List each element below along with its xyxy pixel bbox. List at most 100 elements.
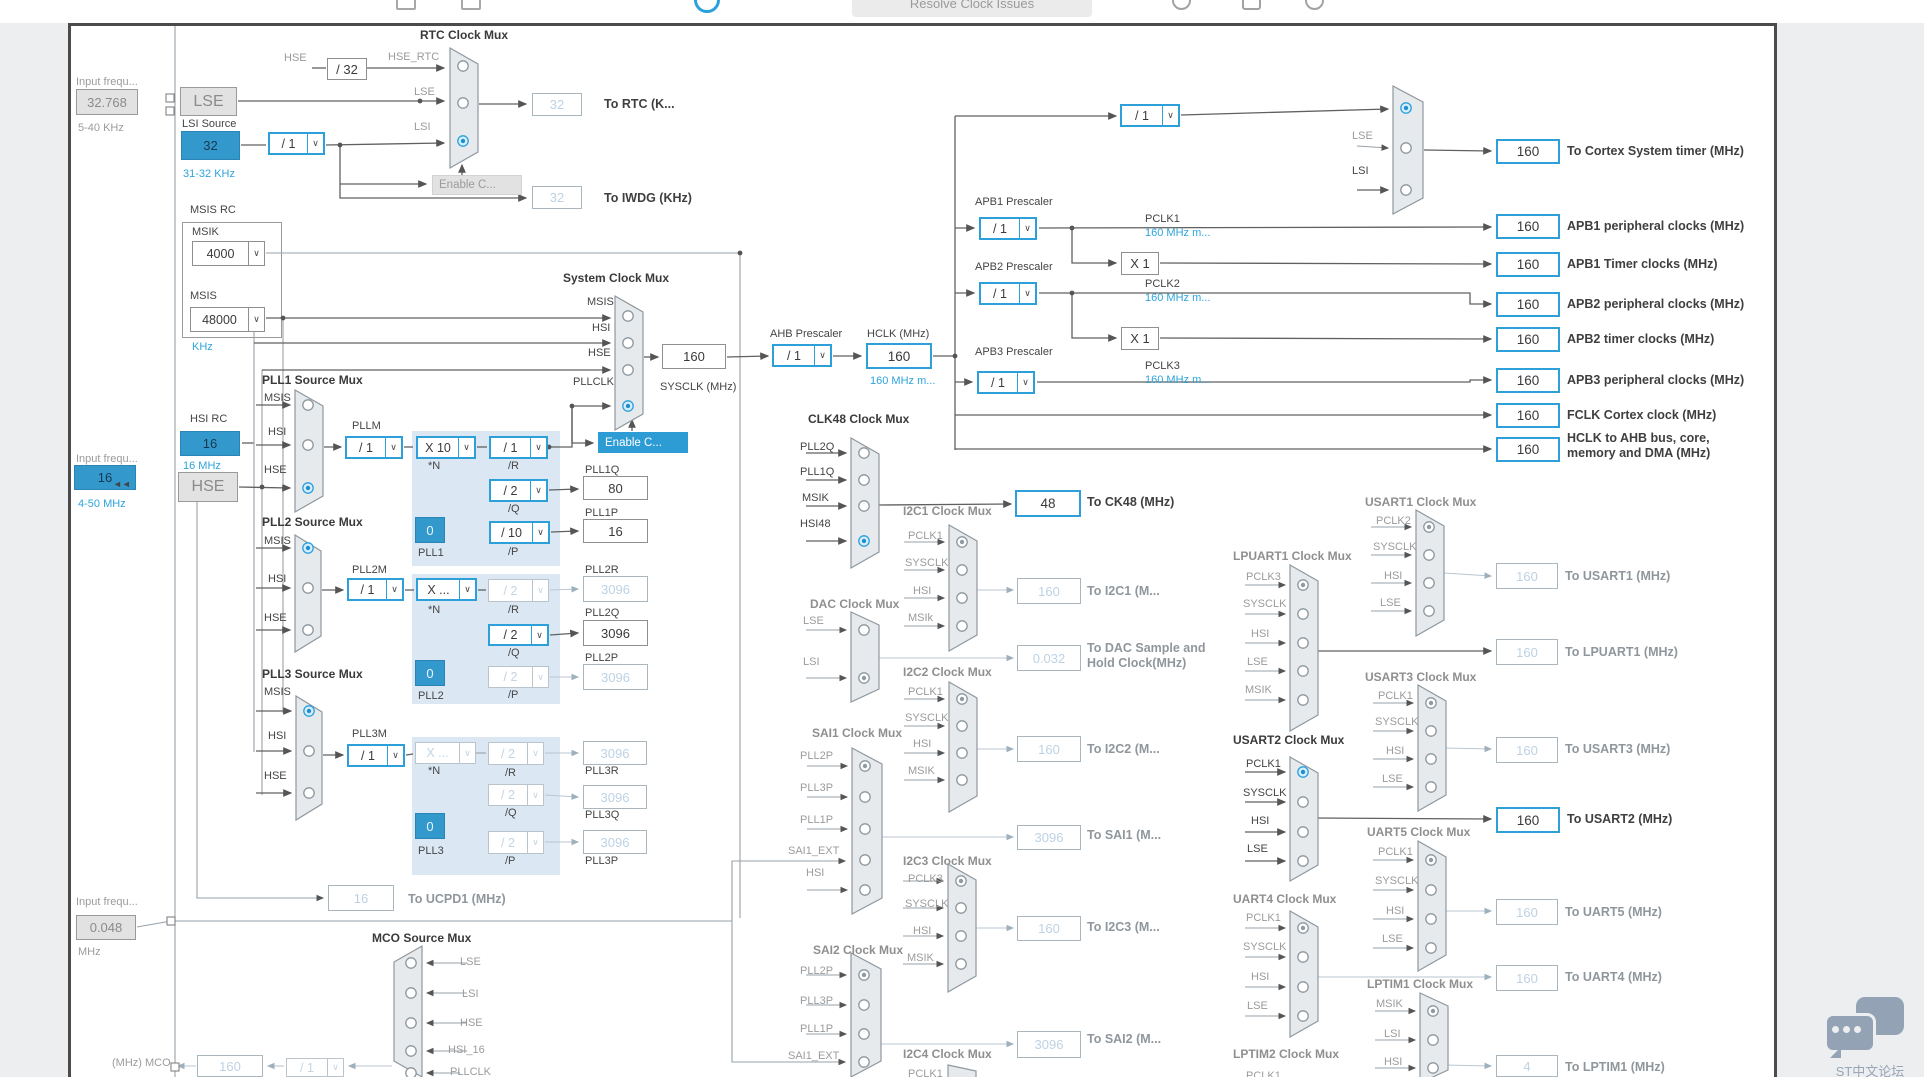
apb2-prescaler[interactable]: / 1∨ (979, 282, 1037, 305)
mux-radio[interactable] (957, 775, 967, 785)
mux-radio[interactable] (1298, 952, 1308, 962)
resolve-clock-issues-button[interactable]: Resolve Clock Issues (852, 0, 1092, 17)
mux-radio[interactable] (1401, 185, 1411, 195)
document-icon[interactable] (396, 0, 416, 10)
zoom-in-icon[interactable] (1305, 0, 1324, 10)
mux-radio[interactable] (406, 1018, 416, 1028)
mux-radio[interactable] (1424, 578, 1434, 588)
mux-radio[interactable] (1426, 782, 1436, 792)
zoom-out-icon[interactable] (1172, 0, 1191, 10)
mux-radio[interactable] (1298, 666, 1308, 676)
mux-radio[interactable] (859, 625, 869, 635)
apb1-prescaler[interactable]: / 1∨ (979, 217, 1037, 240)
mux-radio[interactable] (957, 593, 967, 603)
mux-radio[interactable] (1298, 1011, 1308, 1021)
usart2-clock-mux (1288, 755, 1320, 883)
apb2-timer-value[interactable]: 160 (1496, 327, 1560, 352)
mux-radio[interactable] (1428, 1035, 1438, 1045)
pll3m-divider[interactable]: / 1∨ (347, 744, 405, 767)
fclk-value[interactable]: 160 (1496, 403, 1560, 428)
mux-radio[interactable] (304, 746, 314, 756)
mux-radio[interactable] (957, 621, 967, 631)
zoom-fit-icon[interactable] (1242, 0, 1261, 10)
usart2-value[interactable]: 160 (1496, 807, 1560, 833)
mux-radio[interactable] (1424, 606, 1434, 616)
ck48-value[interactable]: 48 (1015, 490, 1081, 517)
mux-radio[interactable] (623, 338, 633, 348)
mux-radio[interactable] (1298, 638, 1308, 648)
pll2m-divider[interactable]: / 1∨ (347, 578, 404, 601)
mux-radio[interactable] (1426, 754, 1436, 764)
mux-radio[interactable] (406, 988, 416, 998)
pll2-q-divider[interactable]: / 2∨ (488, 624, 549, 646)
mux-radio[interactable] (458, 61, 468, 71)
mux-radio[interactable] (1298, 827, 1308, 837)
pll1-n-multiplier[interactable]: X 10∨ (416, 436, 476, 459)
pll-enable-button[interactable]: Enable C... (598, 432, 688, 453)
mux-radio[interactable] (956, 959, 966, 969)
mux-radio-dot (1301, 926, 1305, 930)
cortex-prescaler[interactable]: / 1∨ (1120, 104, 1180, 127)
mux-radio[interactable] (1298, 695, 1308, 705)
mux-radio[interactable] (1298, 609, 1308, 619)
mux-radio[interactable] (303, 625, 313, 635)
mux-radio[interactable] (860, 792, 870, 802)
mux-radio[interactable] (1426, 726, 1436, 736)
mux-radio[interactable] (957, 748, 967, 758)
mux-radio[interactable] (956, 931, 966, 941)
mux-radio[interactable] (1424, 550, 1434, 560)
mux-radio[interactable] (406, 958, 416, 968)
mux-radio[interactable] (956, 903, 966, 913)
mux-radio[interactable] (859, 1057, 869, 1067)
hclk-value[interactable]: 160 (866, 343, 932, 369)
mux-radio[interactable] (1401, 143, 1411, 153)
mux-radio[interactable] (303, 440, 313, 450)
rtc-enable-button[interactable]: Enable C... (432, 175, 522, 195)
apb1-timer-value[interactable]: 160 (1496, 252, 1560, 277)
mux-radio[interactable] (1426, 914, 1436, 924)
mux-radio[interactable] (957, 721, 967, 731)
cortex-timer-value[interactable]: 160 (1496, 139, 1560, 164)
apb2-periph-value[interactable]: 160 (1496, 292, 1560, 317)
mux-radio[interactable] (1426, 885, 1436, 895)
mux-radio[interactable] (957, 565, 967, 575)
apb3-periph-value[interactable]: 160 (1496, 368, 1560, 393)
apb3-prescaler[interactable]: / 1∨ (977, 371, 1035, 394)
msis-select[interactable]: 48000∨ (190, 307, 265, 332)
pclk1-label: PCLK1 (908, 1068, 943, 1077)
mux-radio[interactable] (304, 788, 314, 798)
lsi-prescaler[interactable]: / 1∨ (268, 132, 325, 155)
mux-radio[interactable] (859, 448, 869, 458)
mux-radio[interactable] (1426, 943, 1436, 953)
mux-radio[interactable] (860, 824, 870, 834)
pll2-n-multiplier[interactable]: X ...∨ (416, 578, 477, 601)
msik-select[interactable]: 4000∨ (192, 241, 265, 266)
mux-radio[interactable] (860, 885, 870, 895)
mux-radio[interactable] (458, 98, 468, 108)
mux-radio[interactable] (859, 475, 869, 485)
mux-radio-dot (1404, 106, 1408, 110)
mux-radio[interactable] (303, 583, 313, 593)
mux-radio[interactable] (859, 1000, 869, 1010)
ahb-prescaler[interactable]: / 1∨ (772, 344, 832, 367)
mux-radio[interactable] (1428, 1063, 1438, 1073)
mux-radio[interactable] (860, 855, 870, 865)
mux-radio[interactable] (859, 501, 869, 511)
hclk-ahb-value[interactable]: 160 (1496, 437, 1560, 462)
mux-radio[interactable] (1298, 797, 1308, 807)
apb1-periph-value[interactable]: 160 (1496, 214, 1560, 239)
mux-radio[interactable] (859, 1029, 869, 1039)
document-icon[interactable] (461, 0, 481, 10)
pll1-r-divider[interactable]: / 1∨ (489, 436, 548, 459)
mux-radio[interactable] (623, 311, 633, 321)
pllm-divider[interactable]: / 1∨ (345, 436, 403, 459)
mux-radio[interactable] (406, 1046, 416, 1056)
mux-radio[interactable] (623, 365, 633, 375)
pll1-p-divider[interactable]: / 10∨ (489, 521, 550, 544)
pll1-q-divider[interactable]: / 2∨ (489, 479, 548, 502)
mux-radio[interactable] (406, 1068, 416, 1077)
refresh-icon[interactable] (694, 0, 720, 13)
mux-radio[interactable] (1298, 856, 1308, 866)
mux-radio[interactable] (303, 400, 313, 410)
mux-radio[interactable] (1298, 982, 1308, 992)
